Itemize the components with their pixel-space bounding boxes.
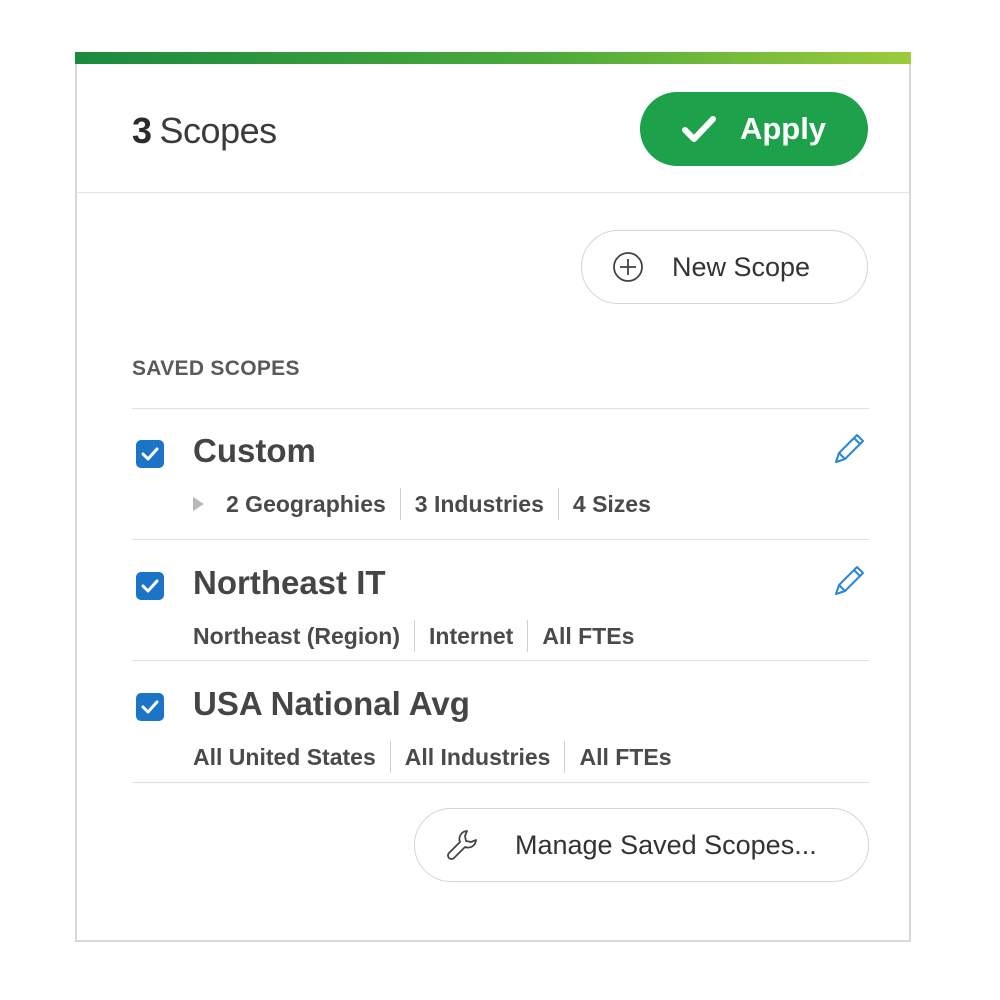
new-scope-button[interactable]: New Scope	[581, 230, 868, 304]
scope-tags: All United States All Industries All FTE…	[193, 741, 685, 773]
divider	[132, 539, 869, 540]
scope-item-usa-national-avg: USA National Avg All United States All I…	[132, 669, 869, 787]
divider	[132, 660, 869, 661]
saved-scopes-heading: SAVED SCOPES	[132, 357, 300, 380]
checkmark-icon	[141, 447, 159, 461]
manage-saved-scopes-label: Manage Saved Scopes...	[515, 829, 817, 860]
plus-circle-icon	[612, 251, 644, 283]
scope-tag: 2 Geographies	[226, 491, 386, 517]
apply-label: Apply	[739, 111, 827, 146]
scope-checkbox[interactable]	[136, 440, 164, 468]
scope-tag: 4 Sizes	[557, 488, 665, 520]
scope-item-northeast-it: Northeast IT Northeast (Region) Internet…	[132, 548, 869, 666]
apply-button[interactable]: Apply	[640, 92, 868, 166]
scope-checkbox[interactable]	[136, 693, 164, 721]
scopes-title: 3 Scopes	[132, 110, 277, 152]
scope-item-custom: Custom 2 Geographies 3 Industries 4 Size…	[132, 416, 869, 534]
checkmark-icon	[141, 579, 159, 593]
scope-tag: Internet	[414, 620, 527, 652]
panel-header: 3 Scopes Apply	[77, 64, 909, 193]
checkmark-icon	[141, 700, 159, 714]
scope-tag: All FTEs	[527, 620, 648, 652]
scope-tags: Northeast (Region) Internet All FTEs	[193, 620, 648, 652]
scope-tag: All United States	[193, 744, 376, 770]
scope-count: 3	[132, 110, 152, 151]
divider	[132, 408, 869, 409]
scope-tag: All FTEs	[564, 741, 685, 773]
scope-tags: 2 Geographies 3 Industries 4 Sizes	[193, 488, 665, 520]
scope-tag: 3 Industries	[399, 488, 558, 520]
scope-name: Custom	[193, 432, 316, 469]
scope-count-label: Scopes	[159, 110, 278, 151]
manage-saved-scopes-button[interactable]: Manage Saved Scopes...	[414, 808, 869, 882]
triangle-right-icon[interactable]	[193, 497, 204, 511]
new-scope-label: New Scope	[672, 251, 811, 282]
scope-checkbox[interactable]	[136, 572, 164, 600]
pencil-icon[interactable]	[830, 562, 868, 600]
scope-tag: Northeast (Region)	[193, 623, 400, 649]
scopes-panel: 3 Scopes Apply New Scope SAVED SCOPES Cus	[75, 52, 911, 942]
checkmark-icon	[681, 116, 716, 142]
scope-name: USA National Avg	[193, 685, 470, 722]
wrench-icon	[445, 828, 479, 862]
pencil-icon[interactable]	[830, 430, 868, 468]
divider	[132, 782, 869, 783]
scope-tag: All Industries	[389, 741, 565, 773]
scope-name: Northeast IT	[193, 564, 386, 601]
accent-bar	[75, 52, 911, 64]
